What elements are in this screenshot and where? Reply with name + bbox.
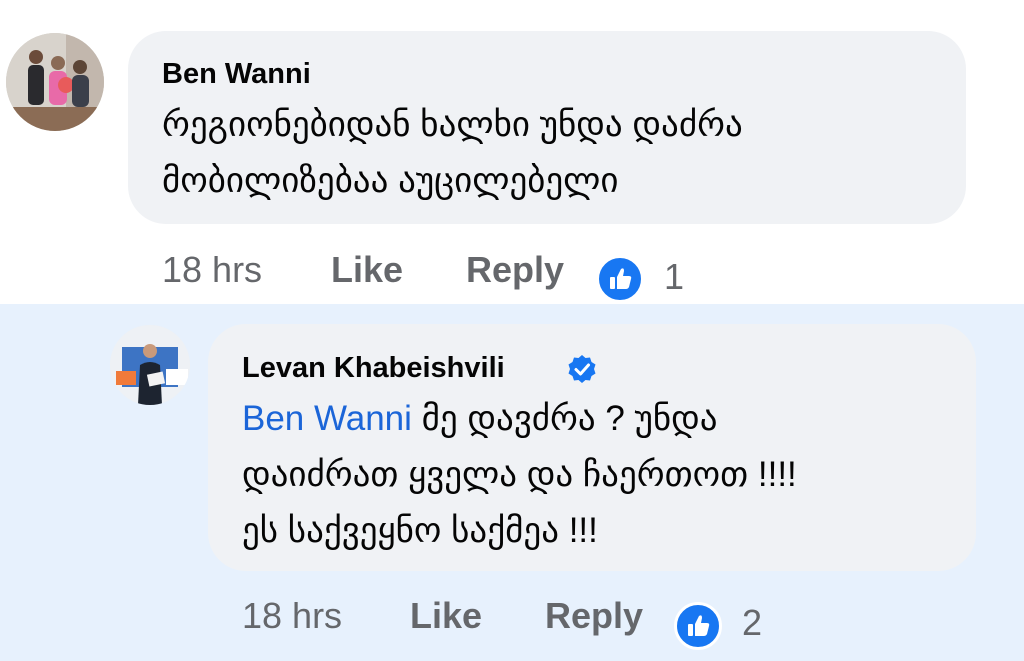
avatar-photo bbox=[110, 325, 190, 405]
reply-text-line: ეს საქვეყნო საქმეა !!! bbox=[242, 511, 598, 550]
reaction-count[interactable]: 1 bbox=[664, 256, 684, 298]
comment-text-line: მობილიზებაა აუცილებელი bbox=[162, 161, 619, 200]
like-button[interactable]: Like bbox=[331, 249, 403, 291]
avatar[interactable] bbox=[110, 325, 190, 405]
reply-button[interactable]: Reply bbox=[466, 249, 564, 291]
reply-text-segment: მე დავძრა ? უნდა bbox=[411, 399, 718, 438]
comment-author[interactable]: Ben Wanni bbox=[162, 58, 311, 91]
reply-text-line: Ben Wanni მე დავძრა ? უნდა bbox=[242, 391, 797, 447]
comment-timestamp[interactable]: 18 hrs bbox=[162, 249, 262, 291]
thumbs-up-icon[interactable] bbox=[596, 255, 644, 303]
comment-text-line: რეგიონებიდან ხალხი უნდა დაძრა bbox=[162, 105, 743, 144]
thumbs-up-icon[interactable] bbox=[674, 602, 722, 650]
reply-button[interactable]: Reply bbox=[545, 595, 643, 637]
mention-link[interactable]: Ben Wanni bbox=[242, 399, 412, 438]
verified-badge-icon bbox=[568, 355, 596, 383]
comment-text: რეგიონებიდან ხალხი უნდა დაძრა მობილიზება… bbox=[162, 97, 743, 209]
reply-timestamp[interactable]: 18 hrs bbox=[242, 595, 342, 637]
avatar-photo bbox=[6, 33, 104, 131]
reaction-count[interactable]: 2 bbox=[742, 602, 762, 644]
reply-text: Ben Wanni მე დავძრა ? უნდა დაიძრათ ყველა… bbox=[242, 391, 797, 559]
like-button[interactable]: Like bbox=[410, 595, 482, 637]
reply-author[interactable]: Levan Khabeishvili bbox=[242, 352, 505, 385]
reply-text-line: დაიძრათ ყველა და ჩაერთოთ !!!! bbox=[242, 455, 797, 494]
avatar[interactable] bbox=[6, 33, 104, 131]
